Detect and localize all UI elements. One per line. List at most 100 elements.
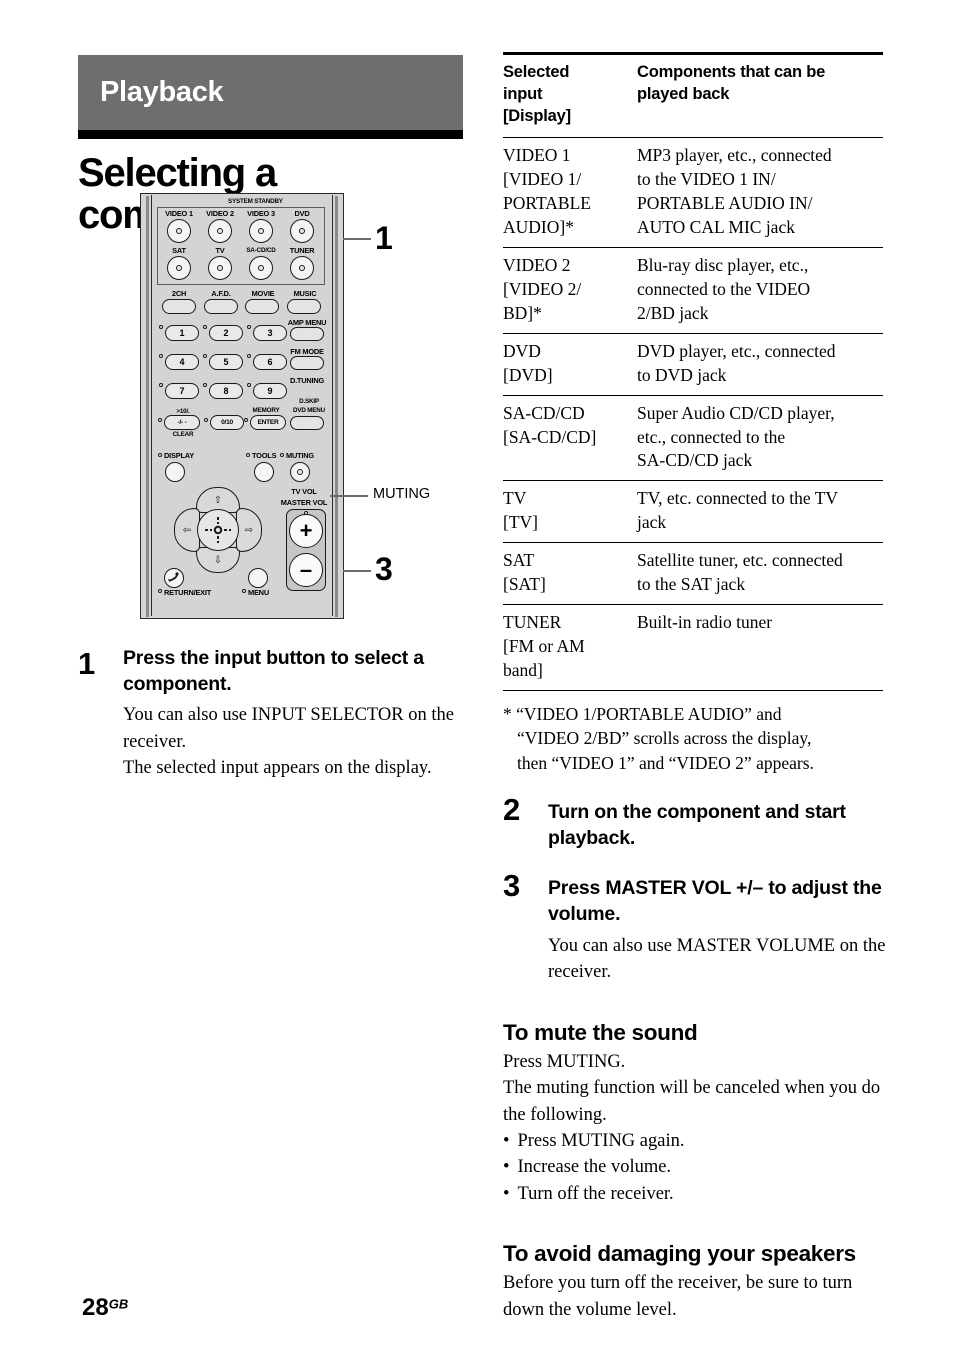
remote-label-tv: TV (215, 246, 225, 255)
step-3-number: 3 (503, 867, 521, 903)
list-item: Increase the volume. (503, 1154, 888, 1180)
cell-line: TV (503, 488, 527, 509)
footnote-line: * “VIDEO 1/PORTABLE AUDIO” and (503, 704, 782, 725)
remote-button-num-6[interactable]: 6 (253, 354, 287, 370)
remote-button-num-2[interactable]: 2 (209, 325, 243, 341)
remote-button-tuner[interactable] (290, 256, 314, 280)
cell-line: jack (637, 512, 667, 533)
remote-button-clear[interactable]: -/- - (164, 415, 200, 430)
remote-button-num-9[interactable]: 9 (253, 383, 287, 399)
remote-button-video3[interactable] (249, 219, 273, 243)
cell-line: AUTO CAL MIC jack (637, 216, 795, 237)
remote-button-0-10[interactable]: 0/10 (210, 415, 244, 430)
mute-section-line-2: The muting function will be canceled whe… (503, 1078, 881, 1125)
remote-button-dvd[interactable] (290, 219, 314, 243)
remote-button-num-8[interactable]: 8 (209, 383, 243, 399)
cell-line: to the SAT jack (637, 574, 746, 595)
cell-line: 2/BD jack (637, 302, 709, 323)
remote-button-movie[interactable] (245, 299, 279, 314)
remote-label-music: MUSIC (293, 289, 317, 298)
table-header-components: Components that can be played back (637, 54, 883, 138)
button-led (217, 265, 223, 271)
step-3-block: 3 Press MASTER VOL +/– to adjust the vol… (503, 870, 888, 986)
cell-line: PORTABLE AUDIO IN/ (637, 192, 813, 213)
numeric-led-4 (159, 354, 163, 358)
remote-button-return-exit[interactable] (164, 568, 184, 588)
remote-button-afd[interactable] (204, 299, 238, 314)
volume-up-button[interactable]: + (289, 514, 323, 548)
remote-button-num-5[interactable]: 5 (209, 354, 243, 370)
cell-line: DVD player, etc., connected (637, 340, 836, 361)
table-row: SA-CD/CD [SA-CD/CD] Super Audio CD/CD pl… (503, 395, 883, 482)
cell-line: to the VIDEO 1 IN/ (637, 168, 776, 189)
remote-button-num-3[interactable]: 3 (253, 325, 287, 341)
remote-button-sacdcd[interactable] (249, 256, 273, 280)
numeric-led-8 (203, 383, 207, 387)
remote-button-tv[interactable] (208, 256, 232, 280)
remote-button-music[interactable] (287, 299, 321, 314)
header-line: played back (637, 84, 730, 103)
callout-leader-muting (330, 495, 368, 497)
header-line: Components that can be (637, 63, 826, 81)
remote-button-video1[interactable] (167, 219, 191, 243)
button-led (297, 469, 303, 475)
table-footnote: * “VIDEO 1/PORTABLE AUDIO” and “VIDEO 2/… (503, 702, 888, 774)
remote-button-fm-mode[interactable] (290, 356, 324, 370)
cell-line: Super Audio CD/CD player, (637, 402, 835, 423)
remote-button-amp-menu[interactable] (290, 327, 324, 341)
page-number-suffix: GB (108, 1296, 129, 1312)
step-2-number: 2 (503, 791, 521, 827)
remote-button-sat[interactable] (167, 256, 191, 280)
cell-line: Blu-ray disc player, etc., (637, 254, 809, 275)
table-row: VIDEO 2 [VIDEO 2/ BD]* Blu-ray disc play… (503, 247, 883, 334)
remote-button-num-1[interactable]: 1 (165, 325, 199, 341)
cell-input: SA-CD/CD [SA-CD/CD] (503, 395, 637, 482)
remote-button-num-4[interactable]: 4 (165, 354, 199, 370)
remote-button-display[interactable] (165, 462, 185, 482)
remote-button-dvd-menu[interactable] (290, 416, 324, 430)
cell-line: VIDEO 2 (503, 254, 571, 275)
remote-button-num-7[interactable]: 7 (165, 383, 199, 399)
numeric-led-2 (203, 325, 207, 329)
remote-button-muting[interactable] (290, 462, 310, 482)
cell-line: Satellite tuner, etc. connected (637, 550, 843, 571)
cell-line: [VIDEO 1/ (503, 168, 582, 189)
display-led (158, 453, 162, 457)
remote-control-illustration: SYSTEM STANDBY VIDEO 1 VIDEO 2 VIDEO 3 D… (140, 193, 350, 621)
remote-label-tv-vol: TV VOL (291, 487, 317, 496)
remote-button-2ch[interactable] (162, 299, 196, 314)
remote-button-enter[interactable]: ENTER (250, 415, 286, 430)
remote-label-afd: A.F.D. (211, 289, 231, 298)
dpad-enter-button[interactable] (197, 509, 239, 551)
button-led (258, 265, 264, 271)
button-led (176, 265, 182, 271)
remote-button-video2[interactable] (208, 219, 232, 243)
button-led (176, 228, 182, 234)
list-item: Press MUTING again. (503, 1128, 888, 1154)
remote-label-dvd: DVD (294, 209, 310, 218)
header-line: input (503, 84, 543, 103)
cell-components: Blu-ray disc player, etc., connected to … (637, 247, 883, 334)
cell-line: MP3 player, etc., connected (637, 144, 832, 165)
table-header-selected-input: Selected input [Display] (503, 54, 637, 138)
table-body: VIDEO 1 [VIDEO 1/ PORTABLE AUDIO]* MP3 p… (503, 137, 883, 692)
remote-button-tools[interactable] (254, 462, 274, 482)
dpad-center-crosshair-icon (205, 517, 231, 543)
dpad-right-icon[interactable]: ⇨ (236, 508, 262, 552)
volume-down-button[interactable]: – (289, 553, 323, 587)
remote-label-video3: VIDEO 3 (247, 209, 275, 218)
numeric-led-zero (204, 418, 208, 422)
numeric-led-9 (247, 383, 251, 387)
step-3-body: You can also use MASTER VOLUME on the re… (548, 936, 886, 983)
table-row: TV [TV] TV, etc. connected to the TV jac… (503, 480, 883, 544)
footnote-line: then “VIDEO 1” and “VIDEO 2” appears. (517, 752, 814, 773)
cell-input: TV [TV] (503, 480, 637, 544)
remote-button-menu[interactable] (248, 568, 268, 588)
cell-line: AUDIO]* (503, 216, 574, 237)
directional-pad[interactable]: ⇧ ⇩ ⇦ ⇨ (174, 487, 262, 573)
numeric-led-7 (159, 383, 163, 387)
remote-label-tuner: TUNER (289, 246, 315, 255)
remote-label-gt10: >10/. (176, 408, 190, 415)
cell-line: SAT (503, 550, 535, 571)
cell-line: [SAT] (503, 574, 546, 595)
